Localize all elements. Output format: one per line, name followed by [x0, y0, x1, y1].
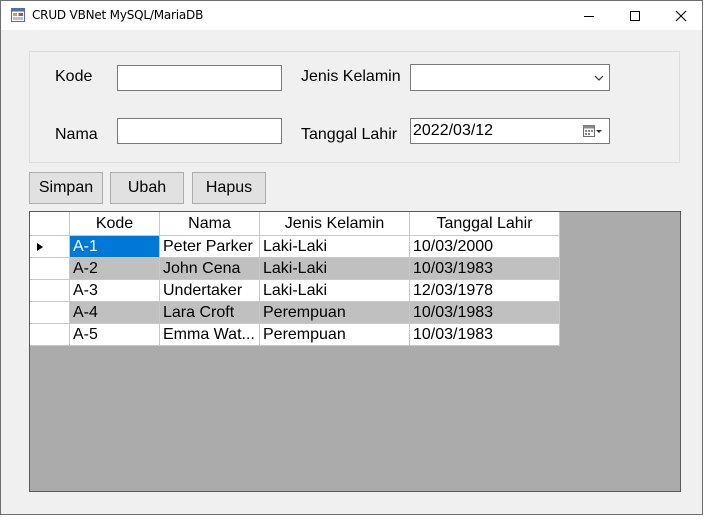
cell-nama[interactable]: John Cena — [160, 258, 260, 280]
cell-nama[interactable]: Undertaker — [160, 280, 260, 302]
hapus-button[interactable]: Hapus — [192, 172, 266, 204]
nama-label: Nama — [55, 126, 98, 143]
maximize-button[interactable] — [612, 1, 658, 30]
cell-jenis-kelamin[interactable]: Laki-Laki — [260, 236, 410, 258]
current-row-arrow-icon — [37, 243, 43, 251]
tanggal-lahir-label: Tanggal Lahir — [301, 126, 398, 143]
data-grid[interactable]: Kode Nama Jenis Kelamin Tanggal Lahir A-… — [29, 211, 681, 492]
tanggal-lahir-value: 2022/03/12 — [413, 122, 494, 139]
close-button[interactable] — [658, 1, 704, 30]
cell-jenis-kelamin[interactable]: Laki-Laki — [260, 258, 410, 280]
minimize-button[interactable] — [566, 1, 612, 30]
cell-nama[interactable]: Peter Parker — [160, 236, 260, 258]
close-icon — [675, 10, 687, 21]
cell-tanggal-lahir[interactable]: 10/03/1983 — [410, 324, 560, 346]
cell-jenis-kelamin[interactable]: Perempuan — [260, 324, 410, 346]
jenis-kelamin-label: Jenis Kelamin — [301, 68, 401, 85]
cell-kode[interactable]: A-2 — [70, 258, 160, 280]
grid-corner-header[interactable] — [30, 212, 70, 236]
column-header-tanggal-lahir[interactable]: Tanggal Lahir — [410, 212, 560, 236]
cell-kode[interactable]: A-4 — [70, 302, 160, 324]
app-icon — [11, 8, 25, 22]
maximize-icon — [630, 10, 640, 21]
title-bar[interactable]: CRUD VBNet MySQL/MariaDB — [1, 1, 702, 30]
cell-tanggal-lahir[interactable]: 10/03/1983 — [410, 302, 560, 324]
column-header-kode[interactable]: Kode — [70, 212, 160, 236]
kode-input[interactable] — [117, 65, 282, 91]
tanggal-lahir-datepicker[interactable]: 2022/03/12 — [410, 118, 610, 144]
minimize-icon — [584, 15, 594, 17]
row-header[interactable] — [30, 258, 70, 280]
ubah-button[interactable]: Ubah — [110, 172, 184, 204]
row-header[interactable] — [30, 324, 70, 346]
cell-kode[interactable]: A-3 — [70, 280, 160, 302]
cell-tanggal-lahir[interactable]: 12/03/1978 — [410, 280, 560, 302]
column-header-jenis-kelamin[interactable]: Jenis Kelamin — [260, 212, 410, 236]
kode-label: Kode — [55, 68, 93, 85]
cell-kode[interactable]: A-5 — [70, 324, 160, 346]
cell-nama[interactable]: Emma Wat... — [160, 324, 260, 346]
row-header[interactable] — [30, 302, 70, 324]
nama-input[interactable] — [117, 118, 282, 144]
cell-jenis-kelamin[interactable]: Perempuan — [260, 302, 410, 324]
cell-kode[interactable]: A-1 — [70, 236, 160, 258]
cell-tanggal-lahir[interactable]: 10/03/1983 — [410, 258, 560, 280]
calendar-dropdown-icon[interactable] — [583, 125, 603, 138]
app-window: CRUD VBNet MySQL/MariaDB Kode Nama Jenis… — [0, 0, 703, 515]
row-header[interactable] — [30, 280, 70, 302]
cell-nama[interactable]: Lara Croft — [160, 302, 260, 324]
jenis-kelamin-select[interactable] — [410, 64, 610, 91]
row-header[interactable] — [30, 236, 70, 258]
column-header-nama[interactable]: Nama — [160, 212, 260, 236]
chevron-down-icon — [594, 75, 604, 81]
cell-tanggal-lahir[interactable]: 10/03/2000 — [410, 236, 560, 258]
cell-jenis-kelamin[interactable]: Laki-Laki — [260, 280, 410, 302]
window-title: CRUD VBNet MySQL/MariaDB — [32, 8, 204, 22]
simpan-button[interactable]: Simpan — [29, 172, 103, 204]
